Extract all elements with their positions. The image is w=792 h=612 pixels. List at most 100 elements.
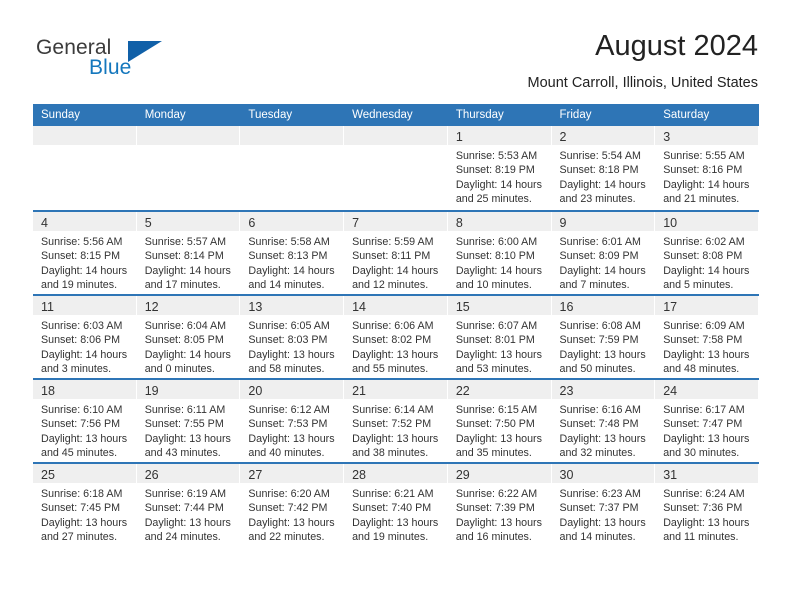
daylight-text: Daylight: 13 hours xyxy=(248,432,335,445)
calendar-day-cell[interactable]: 2 Sunrise: 5:54 AM Sunset: 8:18 PM Daylight… xyxy=(551,126,656,210)
calendar-day-cell[interactable]: 10 Sunrise: 6:02 AM Sunset: 8:08 PM Dayligh… xyxy=(655,210,759,294)
day-cell[interactable]: 17 Sunrise: 6:09 AM Sunset: 7:58 PM Dayligh… xyxy=(655,294,759,378)
day-cell[interactable]: 23 Sunrise: 6:16 AM Sunset: 7:48 PM Dayligh… xyxy=(551,378,656,462)
day-cell[interactable]: 31 Sunrise: 6:24 AM Sunset: 7:36 PM Dayligh… xyxy=(655,462,759,546)
day-details: Sunrise: 5:59 AM Sunset: 8:11 PM Daylight:… xyxy=(344,231,448,292)
day-cell[interactable]: 7 Sunrise: 5:59 AM Sunset: 8:11 PM Daylight… xyxy=(344,210,448,294)
daylight-text: Daylight: 13 hours xyxy=(663,516,750,529)
calendar-day-cell[interactable]: 1 Sunrise: 5:53 AM Sunset: 8:19 PM Daylight… xyxy=(447,126,552,210)
day-details: Sunrise: 6:16 AM Sunset: 7:48 PM Daylight:… xyxy=(552,399,656,460)
day-cell[interactable]: 13 Sunrise: 6:05 AM Sunset: 8:03 PM Dayligh… xyxy=(240,294,345,378)
sunrise-text: Sunrise: 6:22 AM xyxy=(455,488,538,500)
day-cell[interactable]: 24 Sunrise: 6:17 AM Sunset: 7:47 PM Dayligh… xyxy=(655,378,759,462)
day-cell[interactable]: 22 Sunrise: 6:15 AM Sunset: 7:50 PM Dayligh… xyxy=(447,378,552,462)
day-cell[interactable]: 28 Sunrise: 6:21 AM Sunset: 7:40 PM Dayligh… xyxy=(344,462,448,546)
calendar-day-cell[interactable]: 20 Sunrise: 6:12 AM Sunset: 7:53 PM Dayligh… xyxy=(240,378,345,462)
weekday-header-wednesday: Wednesday xyxy=(344,104,448,126)
day-cell[interactable]: 19 Sunrise: 6:11 AM Sunset: 7:55 PM Dayligh… xyxy=(136,378,241,462)
day-cell[interactable]: 25 Sunrise: 6:18 AM Sunset: 7:45 PM Dayligh… xyxy=(33,462,137,546)
day-cell[interactable]: 21 Sunrise: 6:14 AM Sunset: 7:52 PM Dayligh… xyxy=(344,378,448,462)
day-cell[interactable]: 2 Sunrise: 5:54 AM Sunset: 8:18 PM Daylight… xyxy=(551,126,656,210)
daylight-text: Daylight: 14 hours xyxy=(455,264,542,277)
calendar-day-cell[interactable]: 13 Sunrise: 6:05 AM Sunset: 8:03 PM Dayligh… xyxy=(240,294,345,378)
daylight-text: Daylight: 14 hours xyxy=(144,264,231,277)
day-cell[interactable]: 27 Sunrise: 6:20 AM Sunset: 7:42 PM Dayligh… xyxy=(240,462,345,546)
day-number: 27 xyxy=(248,468,263,482)
calendar-day-cell[interactable]: 16 Sunrise: 6:08 AM Sunset: 7:59 PM Dayligh… xyxy=(551,294,656,378)
calendar-day-cell[interactable]: 8 Sunrise: 6:00 AM Sunset: 8:10 PM Daylight… xyxy=(447,210,552,294)
day-details: Sunrise: 6:18 AM Sunset: 7:45 PM Daylight:… xyxy=(33,483,137,544)
sunrise-text: Sunrise: 6:00 AM xyxy=(455,236,538,248)
day-cell[interactable]: 1 Sunrise: 5:53 AM Sunset: 8:19 PM Daylight… xyxy=(447,126,552,210)
calendar-day-cell[interactable]: 31 Sunrise: 6:24 AM Sunset: 7:36 PM Dayligh… xyxy=(655,462,759,546)
sunset-text: Sunset: 8:19 PM xyxy=(455,164,535,177)
calendar-day-cell[interactable] xyxy=(33,126,137,210)
day-number: 28 xyxy=(352,468,367,482)
day-number: 18 xyxy=(41,384,55,398)
calendar-day-cell[interactable]: 25 Sunrise: 6:18 AM Sunset: 7:45 PM Dayligh… xyxy=(33,462,137,546)
day-cell[interactable]: 16 Sunrise: 6:08 AM Sunset: 7:59 PM Dayligh… xyxy=(551,294,656,378)
calendar-day-cell[interactable]: 21 Sunrise: 6:14 AM Sunset: 7:52 PM Dayligh… xyxy=(344,378,448,462)
day-cell[interactable]: 8 Sunrise: 6:00 AM Sunset: 8:10 PM Daylight… xyxy=(447,210,552,294)
day-cell[interactable]: 10 Sunrise: 6:02 AM Sunset: 8:08 PM Dayligh… xyxy=(655,210,759,294)
day-cell[interactable]: 14 Sunrise: 6:06 AM Sunset: 8:02 PM Dayligh… xyxy=(344,294,448,378)
day-number-band: 9 xyxy=(551,212,655,231)
daylight-text: Daylight: 14 hours xyxy=(559,264,646,277)
calendar-day-cell[interactable]: 18 Sunrise: 6:10 AM Sunset: 7:56 PM Dayligh… xyxy=(33,378,137,462)
brand-logo[interactable]: General Blue xyxy=(33,36,273,92)
calendar-day-cell[interactable]: 6 Sunrise: 5:58 AM Sunset: 8:13 PM Daylight… xyxy=(240,210,345,294)
day-cell[interactable]: 4 Sunrise: 5:56 AM Sunset: 8:15 PM Daylight… xyxy=(33,210,137,294)
calendar-day-cell[interactable]: 23 Sunrise: 6:16 AM Sunset: 7:48 PM Dayligh… xyxy=(551,378,656,462)
sunrise-text: Sunrise: 6:19 AM xyxy=(144,488,227,500)
day-cell[interactable]: 18 Sunrise: 6:10 AM Sunset: 7:56 PM Dayligh… xyxy=(33,378,137,462)
day-cell[interactable]: 29 Sunrise: 6:22 AM Sunset: 7:39 PM Dayligh… xyxy=(447,462,552,546)
day-cell[interactable]: 11 Sunrise: 6:03 AM Sunset: 8:06 PM Dayligh… xyxy=(33,294,137,378)
day-number: 20 xyxy=(248,384,263,398)
calendar-day-cell[interactable]: 12 Sunrise: 6:04 AM Sunset: 8:05 PM Dayligh… xyxy=(136,294,241,378)
sunrise-text: Sunrise: 6:24 AM xyxy=(663,488,745,500)
day-cell[interactable]: 20 Sunrise: 6:12 AM Sunset: 7:53 PM Dayligh… xyxy=(240,378,345,462)
daylight-text: Daylight: 13 hours xyxy=(663,432,750,445)
calendar-day-cell[interactable]: 9 Sunrise: 6:01 AM Sunset: 8:09 PM Daylight… xyxy=(551,210,656,294)
calendar-day-cell[interactable]: 15 Sunrise: 6:07 AM Sunset: 8:01 PM Dayligh… xyxy=(447,294,552,378)
day-cell[interactable]: 6 Sunrise: 5:58 AM Sunset: 8:13 PM Daylight… xyxy=(240,210,345,294)
day-cell[interactable]: 5 Sunrise: 5:57 AM Sunset: 8:14 PM Daylight… xyxy=(136,210,241,294)
calendar-day-cell[interactable] xyxy=(136,126,241,210)
day-details: Sunrise: 6:08 AM Sunset: 7:59 PM Daylight:… xyxy=(552,315,656,376)
sunrise-text: Sunrise: 6:15 AM xyxy=(455,404,538,416)
sunset-text: Sunset: 8:06 PM xyxy=(41,334,121,347)
calendar-day-cell[interactable]: 27 Sunrise: 6:20 AM Sunset: 7:42 PM Dayligh… xyxy=(240,462,345,546)
calendar-day-cell[interactable]: 19 Sunrise: 6:11 AM Sunset: 7:55 PM Dayligh… xyxy=(136,378,241,462)
sunset-text: Sunset: 8:14 PM xyxy=(144,250,224,263)
calendar-day-cell[interactable]: 11 Sunrise: 6:03 AM Sunset: 8:06 PM Dayligh… xyxy=(33,294,137,378)
calendar-day-cell[interactable]: 5 Sunrise: 5:57 AM Sunset: 8:14 PM Daylight… xyxy=(136,210,241,294)
calendar-day-cell[interactable] xyxy=(344,126,448,210)
sunset-text: Sunset: 8:11 PM xyxy=(352,250,431,263)
calendar-day-cell[interactable]: 14 Sunrise: 6:06 AM Sunset: 8:02 PM Dayligh… xyxy=(344,294,448,378)
calendar-day-cell[interactable]: 26 Sunrise: 6:19 AM Sunset: 7:44 PM Dayligh… xyxy=(136,462,241,546)
day-cell[interactable]: 3 Sunrise: 5:55 AM Sunset: 8:16 PM Daylight… xyxy=(655,126,759,210)
calendar-day-cell[interactable]: 7 Sunrise: 5:59 AM Sunset: 8:11 PM Daylight… xyxy=(344,210,448,294)
sunset-text: Sunset: 7:48 PM xyxy=(559,418,639,431)
calendar-day-cell[interactable]: 22 Sunrise: 6:15 AM Sunset: 7:50 PM Dayligh… xyxy=(447,378,552,462)
calendar-day-cell[interactable] xyxy=(240,126,345,210)
calendar-day-cell[interactable]: 30 Sunrise: 6:23 AM Sunset: 7:37 PM Dayligh… xyxy=(551,462,656,546)
day-cell[interactable]: 15 Sunrise: 6:07 AM Sunset: 8:01 PM Dayligh… xyxy=(447,294,552,378)
day-number: 10 xyxy=(663,216,678,230)
calendar-day-cell[interactable]: 28 Sunrise: 6:21 AM Sunset: 7:40 PM Dayligh… xyxy=(344,462,448,546)
calendar-day-cell[interactable]: 3 Sunrise: 5:55 AM Sunset: 8:16 PM Daylight… xyxy=(655,126,759,210)
sunset-text: Sunset: 7:56 PM xyxy=(41,418,121,431)
calendar-day-cell[interactable]: 29 Sunrise: 6:22 AM Sunset: 7:39 PM Dayligh… xyxy=(447,462,552,546)
daylight-text: and 58 minutes. xyxy=(248,362,325,375)
day-cell[interactable]: 9 Sunrise: 6:01 AM Sunset: 8:09 PM Daylight… xyxy=(551,210,656,294)
calendar-day-cell[interactable]: 24 Sunrise: 6:17 AM Sunset: 7:47 PM Dayligh… xyxy=(655,378,759,462)
calendar-day-cell[interactable]: 4 Sunrise: 5:56 AM Sunset: 8:15 PM Daylight… xyxy=(33,210,137,294)
day-number-band: 15 xyxy=(447,296,551,315)
day-cell[interactable]: 12 Sunrise: 6:04 AM Sunset: 8:05 PM Dayligh… xyxy=(136,294,241,378)
day-details: Sunrise: 6:11 AM Sunset: 7:55 PM Daylight:… xyxy=(137,399,241,460)
day-cell[interactable]: 30 Sunrise: 6:23 AM Sunset: 7:37 PM Dayligh… xyxy=(551,462,656,546)
sunset-text: Sunset: 8:02 PM xyxy=(352,334,432,347)
calendar-day-cell[interactable]: 17 Sunrise: 6:09 AM Sunset: 7:58 PM Dayligh… xyxy=(655,294,759,378)
day-details: Sunrise: 6:23 AM Sunset: 7:37 PM Daylight:… xyxy=(552,483,656,544)
day-cell[interactable]: 26 Sunrise: 6:19 AM Sunset: 7:44 PM Dayligh… xyxy=(136,462,241,546)
